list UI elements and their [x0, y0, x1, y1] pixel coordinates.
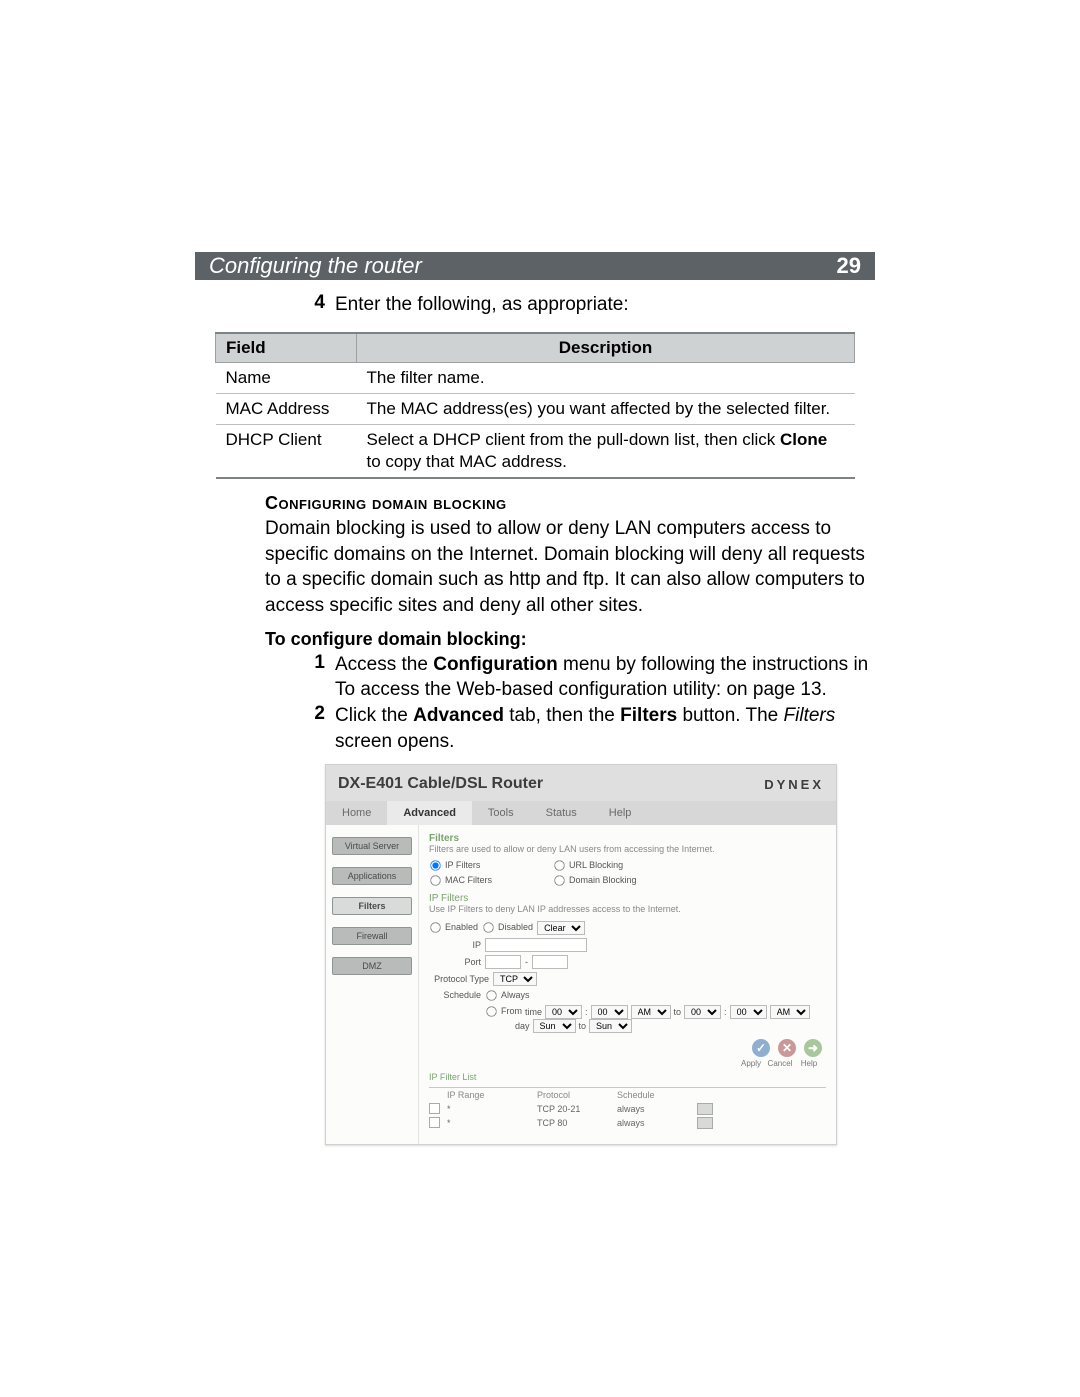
step-number: 2 [305, 703, 325, 754]
step-number: 4 [305, 292, 325, 318]
help-label: Help [796, 1059, 822, 1068]
help-icon[interactable]: ➜ [804, 1039, 822, 1057]
step-number: 1 [305, 652, 325, 703]
day-from[interactable]: Sun [533, 1019, 576, 1033]
table-row: MAC Address The MAC address(es) you want… [216, 393, 855, 424]
label-port: Port [429, 957, 481, 967]
action-icons: ✓ ✕ ➜ [429, 1039, 822, 1057]
ip-input[interactable] [485, 938, 587, 952]
radio-ip-filters[interactable]: IP Filters [429, 859, 549, 872]
field-description-table: Field Description Name The filter name. … [215, 332, 855, 479]
cancel-icon[interactable]: ✕ [778, 1039, 796, 1057]
cell-desc: The filter name. [357, 362, 855, 393]
cell-desc: The MAC address(es) you want affected by… [357, 393, 855, 424]
ampm1[interactable]: AM [631, 1005, 671, 1019]
cell-field: MAC Address [216, 393, 357, 424]
step-text: Enter the following, as appropriate: [335, 292, 875, 318]
filters-panel: Filters Filters are used to allow or den… [418, 825, 836, 1143]
row-checkbox[interactable] [429, 1117, 440, 1128]
ip-filters-desc: Use IP Filters to deny LAN IP addresses … [429, 904, 826, 915]
router-title: DX-E401 Cable/DSL Router [338, 775, 543, 793]
body-paragraph: Domain blocking is used to allow or deny… [265, 516, 875, 619]
nav-applications[interactable]: Applications [332, 867, 412, 885]
tab-tools[interactable]: Tools [472, 801, 530, 825]
page-content: 4 Enter the following, as appropriate: F… [195, 292, 875, 1145]
port-to-input[interactable] [532, 955, 568, 969]
screenshot-header: DX-E401 Cable/DSL Router DYNEX [326, 765, 836, 801]
col-field: Field [216, 333, 357, 363]
cell-field: DHCP Client [216, 424, 357, 478]
day-to[interactable]: Sun [589, 1019, 632, 1033]
tab-status[interactable]: Status [530, 801, 593, 825]
step-1: 1 Access the Configuration menu by follo… [305, 652, 875, 703]
row-checkbox[interactable] [429, 1103, 440, 1114]
edit-icon[interactable] [697, 1117, 713, 1129]
step-text: Access the Configuration menu by followi… [335, 652, 875, 703]
step-2: 2 Click the Advanced tab, then the Filte… [305, 703, 875, 754]
radio-from[interactable]: From [485, 1005, 522, 1018]
ip-filters-title: IP Filters [429, 893, 826, 904]
panel-desc: Filters are used to allow or deny LAN us… [429, 844, 826, 855]
time-m1[interactable]: 00 [591, 1005, 628, 1019]
ampm2[interactable]: AM [770, 1005, 810, 1019]
schedule-day-row: day Sun to Sun [515, 1019, 826, 1033]
apply-icon[interactable]: ✓ [752, 1039, 770, 1057]
radio-domain-blocking[interactable]: Domain Blocking [553, 874, 693, 887]
filter-list-title: IP Filter List [429, 1072, 826, 1083]
protocol-select[interactable]: TCP [493, 972, 537, 986]
label-ip: IP [429, 940, 481, 950]
nav-firewall[interactable]: Firewall [332, 927, 412, 945]
list-item: * TCP 80 always [429, 1116, 826, 1130]
label-schedule: Schedule [429, 990, 481, 1000]
port-from-input[interactable] [485, 955, 521, 969]
ip-filter-list: IP Range Protocol Schedule * TCP 20-21 a… [429, 1087, 826, 1130]
radio-enabled[interactable]: Enabled [429, 921, 478, 934]
nav-virtual-server[interactable]: Virtual Server [332, 837, 412, 855]
label-protocol: Protocol Type [429, 974, 489, 984]
clear-select[interactable]: Clear [537, 921, 585, 935]
procedure-heading: To configure domain blocking: [265, 629, 875, 650]
section-title: Configuring the router [209, 253, 422, 279]
radio-mac-filters[interactable]: MAC Filters [429, 874, 549, 887]
page-header: Configuring the router 29 [195, 252, 875, 280]
apply-label: Apply [738, 1059, 764, 1068]
cell-field: Name [216, 362, 357, 393]
time-h2[interactable]: 00 [684, 1005, 721, 1019]
subsection-heading: Configuring domain blocking [265, 493, 875, 514]
cell-desc: Select a DHCP client from the pull-down … [357, 424, 855, 478]
tab-help[interactable]: Help [593, 801, 648, 825]
left-nav: Virtual Server Applications Filters Fire… [326, 825, 418, 1143]
cancel-label: Cancel [767, 1059, 793, 1068]
router-screenshot: DX-E401 Cable/DSL Router DYNEX Home Adva… [325, 764, 837, 1144]
radio-always[interactable]: Always [485, 989, 530, 1002]
filter-type-radios: IP Filters URL Blocking MAC Filters Doma… [429, 859, 826, 887]
nav-dmz[interactable]: DMZ [332, 957, 412, 975]
edit-icon[interactable] [697, 1103, 713, 1115]
panel-title: Filters [429, 833, 826, 844]
step-text: Click the Advanced tab, then the Filters… [335, 703, 875, 754]
tab-home[interactable]: Home [326, 801, 387, 825]
list-item: * TCP 20-21 always [429, 1102, 826, 1116]
step-4: 4 Enter the following, as appropriate: [305, 292, 875, 318]
time-h1[interactable]: 00 [545, 1005, 582, 1019]
radio-url-blocking[interactable]: URL Blocking [553, 859, 693, 872]
tab-advanced[interactable]: Advanced [387, 801, 472, 825]
brand-logo: DYNEX [764, 777, 824, 792]
col-description: Description [357, 333, 855, 363]
schedule-from-row: From time 00: 00 AM to 00: 00 AM [485, 1005, 826, 1019]
page-number: 29 [837, 253, 861, 279]
nav-filters[interactable]: Filters [332, 897, 412, 915]
tab-bar: Home Advanced Tools Status Help [326, 801, 836, 825]
time-m2[interactable]: 00 [730, 1005, 767, 1019]
radio-disabled[interactable]: Disabled [482, 921, 533, 934]
table-row: Name The filter name. [216, 362, 855, 393]
table-row: DHCP Client Select a DHCP client from th… [216, 424, 855, 478]
